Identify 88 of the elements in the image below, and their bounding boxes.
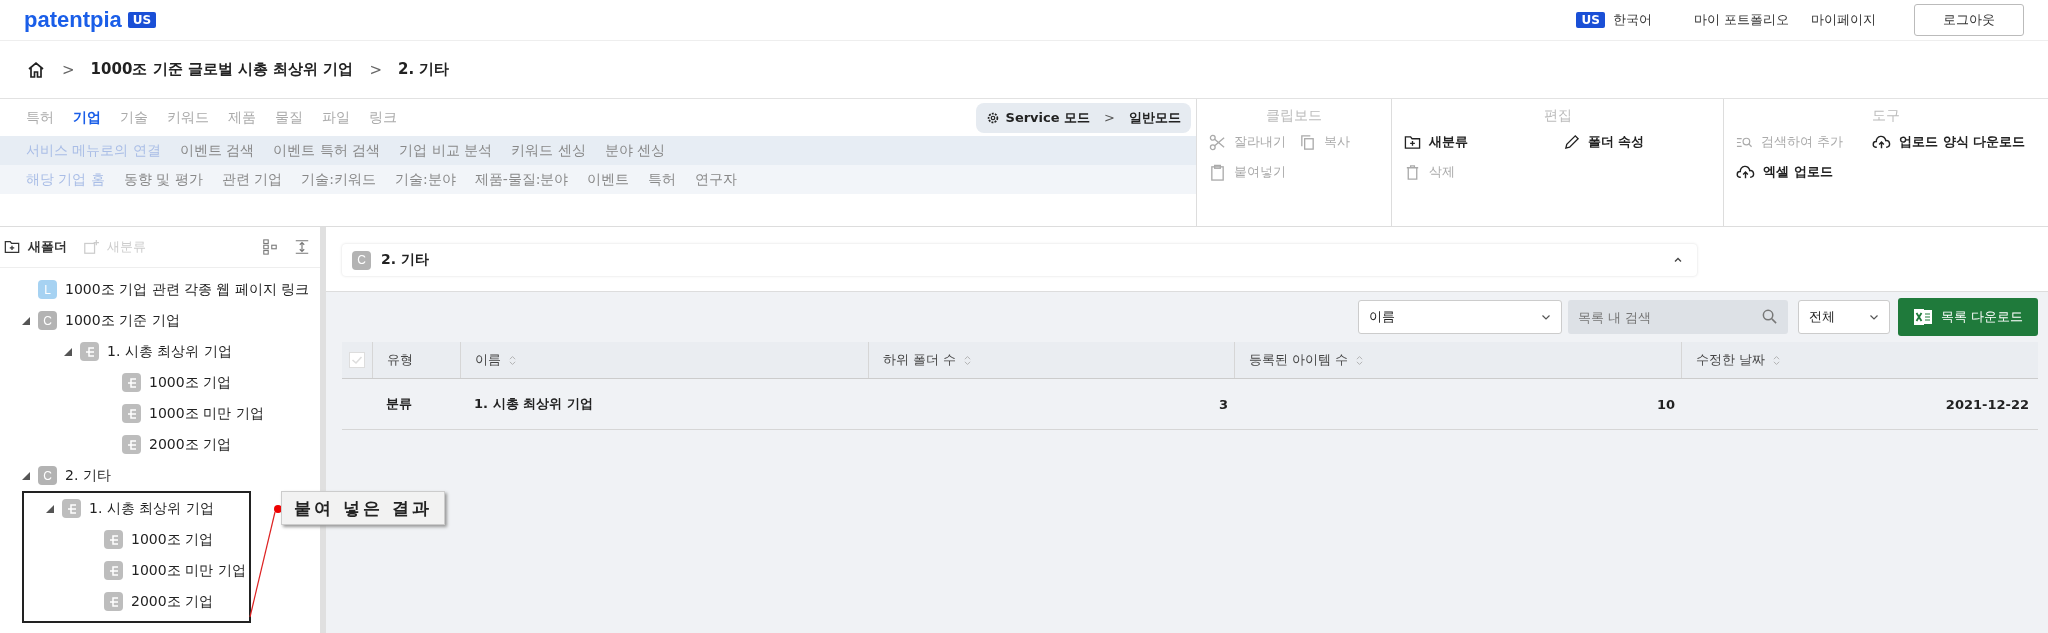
table-cell: 2021-12-22 (1945, 396, 2029, 412)
ribbon-button[interactable]: 폴더 속성 (1562, 131, 1711, 153)
tree-badge (122, 373, 141, 392)
gear-icon (985, 110, 1000, 125)
table-cell: 분류 (386, 396, 412, 411)
group-title: 편집 (1542, 106, 1573, 125)
folder-plus-icon (4, 239, 20, 255)
language-link[interactable]: 한국어 (1612, 11, 1652, 29)
column-header[interactable]: 하위 폴더 수 (883, 351, 957, 369)
tree-item[interactable]: 1000조 기업 (149, 373, 232, 392)
column-header[interactable]: 등록된 아이템 수 (1249, 351, 1349, 369)
tree-badge (104, 561, 123, 580)
search-icon (1761, 308, 1778, 325)
home-icon[interactable] (26, 59, 46, 80)
menu-row-label: 해당 기업 홈 (26, 170, 105, 189)
mode-value: 일반모드 (1129, 108, 1181, 127)
folder-plus-icon (1404, 133, 1421, 151)
column-header[interactable]: 유형 (387, 351, 413, 369)
tree-badge: C (38, 311, 57, 330)
tree-item[interactable]: 2000조 기업 (131, 592, 214, 611)
table-cell: 3 (1218, 396, 1228, 412)
column-header[interactable]: 수정한 날짜 (1696, 351, 1766, 369)
filter-select[interactable]: 전체 (1798, 300, 1890, 334)
tree-badge: L (38, 280, 57, 299)
expand-icon[interactable] (294, 239, 310, 255)
mode-separator: > (1104, 110, 1115, 125)
language-badge: US (1576, 12, 1605, 28)
tree-badge: C (38, 466, 57, 485)
expand-toggle[interactable] (22, 316, 30, 325)
tree-item[interactable]: 1. 시총 최상위 기업 (107, 342, 232, 361)
chevron-down-icon (1869, 312, 1879, 322)
hierarchy-icon[interactable] (262, 239, 278, 255)
menu-row-label: 서비스 메뉴로의 연결 (26, 141, 161, 160)
tree-item[interactable]: 1000조 기업 관련 각종 웹 페이지 링크 (65, 280, 310, 299)
tree-item[interactable]: 2. 기타 (65, 466, 111, 485)
group-title: 도구 (1871, 106, 1901, 125)
tree-badge (122, 404, 141, 423)
callout-label: 붙여 넣은 결과 (281, 491, 445, 525)
table-cell: 10 (1656, 396, 1675, 412)
spreadsheet-icon (1912, 308, 1933, 326)
tree-badge (122, 435, 141, 454)
tree-item[interactable]: 2000조 기업 (149, 435, 232, 454)
nav-link[interactable]: 마이페이지 (1811, 11, 1876, 29)
tree-badge (62, 499, 81, 518)
logo[interactable]: patentpia (24, 7, 122, 33)
mode-label: Service 모드 (1005, 108, 1091, 127)
tree-badge (80, 342, 99, 361)
column-header[interactable]: 이름 (475, 351, 501, 369)
clipboard-icon (1209, 163, 1226, 181)
breadcrumb-separator: > (369, 60, 382, 79)
folder-header[interactable]: C 2. 기타 (342, 244, 1697, 276)
region-badge: US (127, 12, 157, 28)
group-title: 클립보드 (1265, 106, 1323, 125)
mode-switch[interactable]: Service 모드 > 일반모드 (975, 102, 1191, 133)
trash-icon (1404, 163, 1421, 181)
cloud-upload-icon (1736, 163, 1755, 181)
expand-toggle[interactable] (64, 347, 72, 356)
chevron-down-icon (1541, 312, 1551, 322)
tree-item[interactable]: 1000조 미만 기업 (131, 561, 246, 580)
folder-badge: C (352, 250, 371, 270)
add-category-icon (83, 239, 99, 255)
ribbon-tab[interactable]: 기업 (73, 108, 101, 127)
folder-title: 2. 기타 (381, 251, 429, 269)
tree-badge (104, 530, 123, 549)
tree-item[interactable]: 1000조 기업 (131, 530, 214, 549)
table-cell: 1. 시총 최상위 기업 (474, 396, 593, 411)
collapse-icon[interactable] (1673, 255, 1683, 265)
breadcrumb-link[interactable]: 1000조 기준 글로벌 시총 최상위 기업 (90, 60, 354, 79)
tree-item[interactable]: 1000조 미만 기업 (149, 404, 264, 423)
tree-badge (104, 592, 123, 611)
expand-toggle[interactable] (46, 504, 54, 513)
nav-link[interactable]: 마이 포트폴리오 (1693, 11, 1789, 29)
ribbon-button[interactable]: 엑셀 업로드 (1736, 161, 1863, 183)
ribbon-button[interactable]: 업로드 양식 다운로드 (1872, 131, 2036, 153)
scissors-icon (1209, 133, 1226, 151)
breadcrumb-separator: > (62, 60, 75, 79)
tree-item[interactable]: 1000조 기준 기업 (65, 311, 180, 330)
cloud-upload-icon (1872, 133, 1892, 151)
logout-button[interactable]: 로그아웃 (1914, 4, 2024, 36)
sidebar-button[interactable]: 새폴더 (4, 238, 67, 256)
copy-icon (1299, 133, 1316, 151)
tree-item[interactable]: 1. 시총 최상위 기업 (89, 499, 214, 518)
expand-toggle[interactable] (22, 471, 30, 480)
field-select[interactable]: 이름 (1358, 300, 1562, 334)
download-button[interactable]: 목록 다운로드 (1898, 298, 2038, 336)
ribbon-button[interactable]: 새분류 (1404, 131, 1553, 153)
pencil-icon (1562, 133, 1580, 151)
breadcrumb-link[interactable]: 2. 기타 (398, 60, 450, 79)
